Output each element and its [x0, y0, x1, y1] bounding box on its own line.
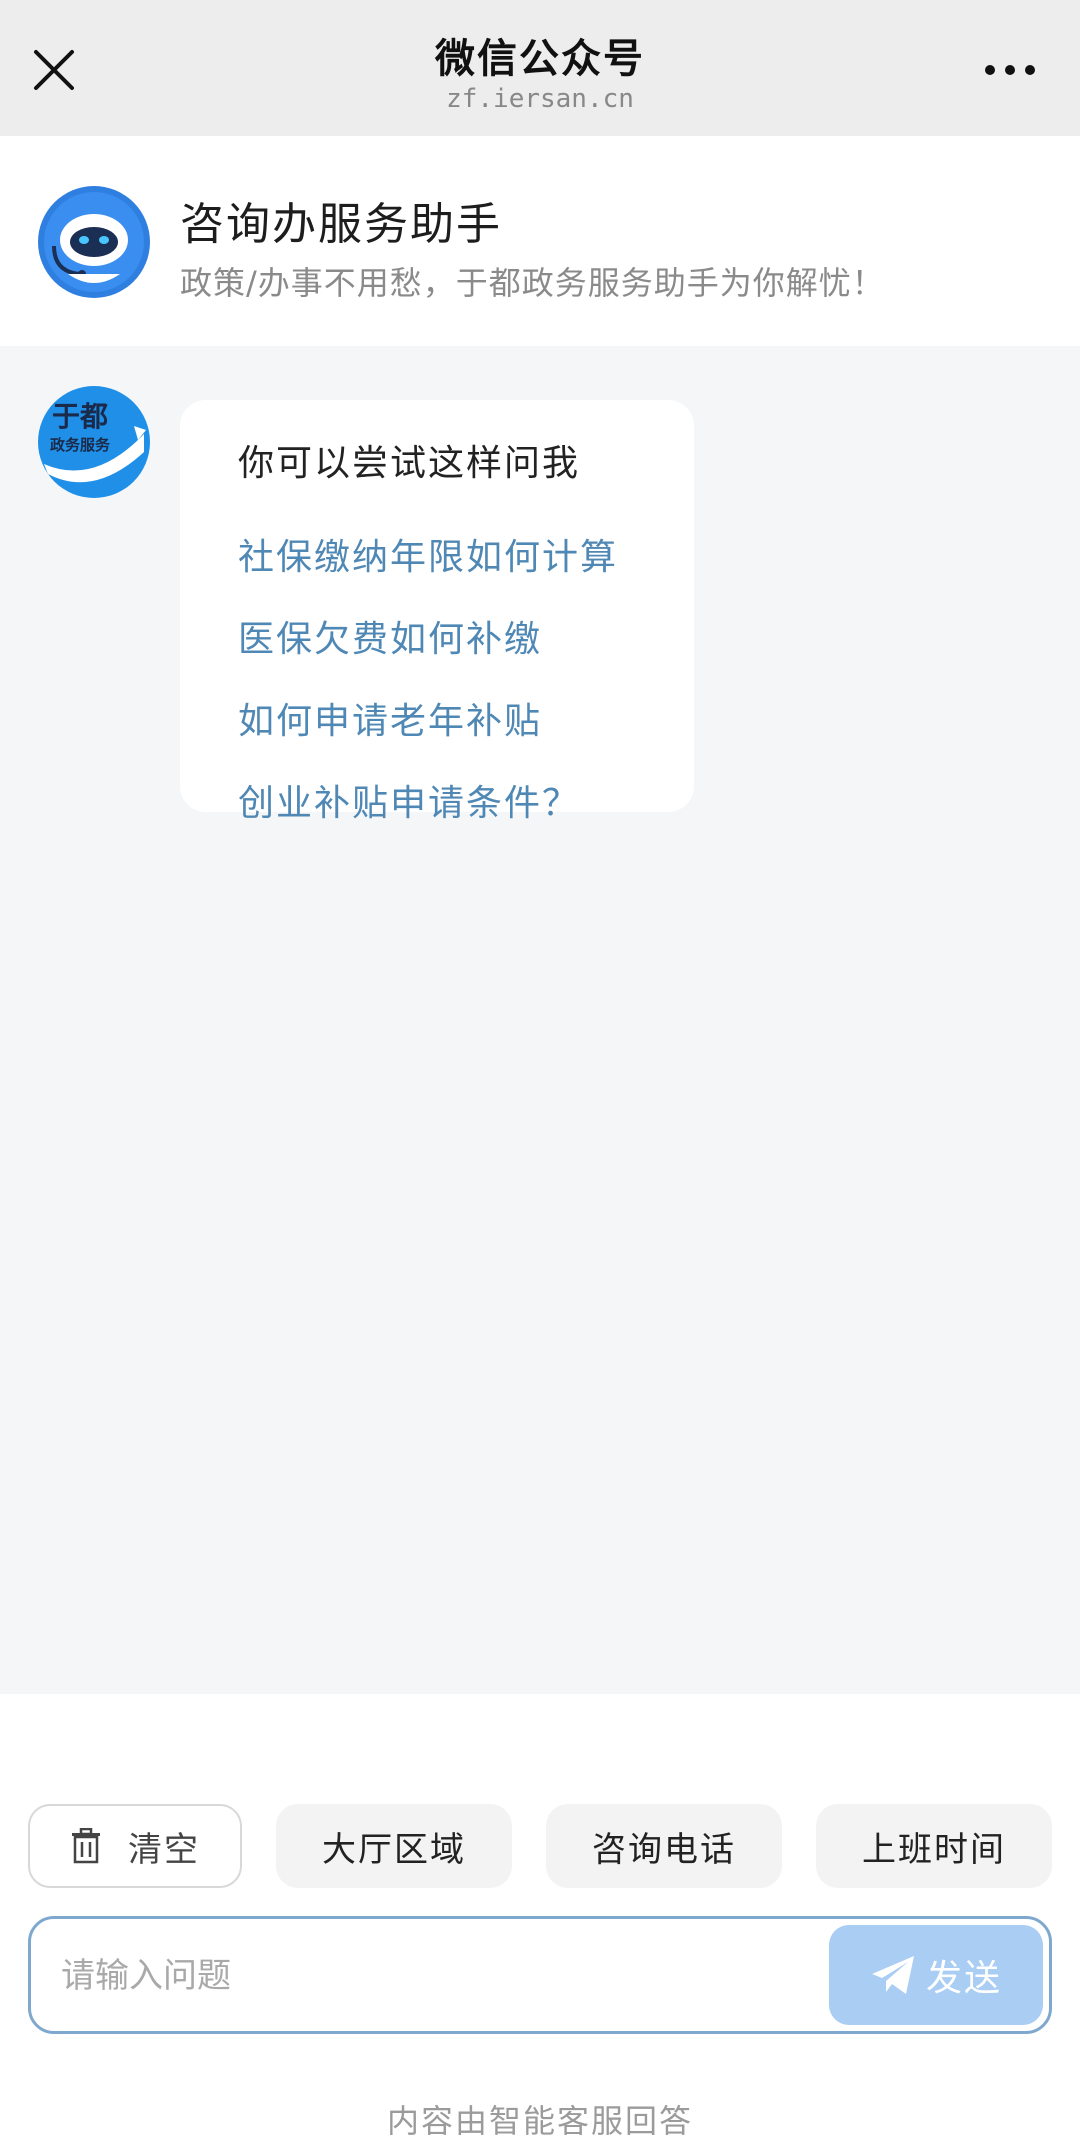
bottom-panel: 清空 大厅区域 咨询电话 上班时间 发送 内容由智能客服回答 [0, 1694, 1080, 2140]
assistant-subtitle: 政策/办事不用愁，于都政务服务助手为你解忧！ [180, 264, 885, 302]
consult-phone-button[interactable]: 咨询电话 [546, 1804, 782, 1888]
page-title: 微信公众号 [435, 36, 645, 82]
suggestion-title: 你可以尝试这样问我 [238, 443, 581, 484]
send-label: 发送 [925, 1958, 1002, 1999]
footer-note: 内容由智能客服回答 [386, 2102, 693, 2140]
send-plane-icon [871, 1956, 914, 1994]
trash-icon [72, 1828, 100, 1864]
clear-label: 清空 [128, 1829, 200, 1870]
page-domain: zf.iersan.cn [446, 84, 634, 114]
assistant-header: 咨询办服务助手 政策/办事不用愁，于都政务服务助手为你解忧！ [0, 136, 1080, 346]
logo-text-main: 于都 [52, 400, 108, 433]
logo-text-sub: 政务服务 [50, 436, 111, 454]
suggestion-link[interactable]: 社保缴纳年限如何计算 [238, 528, 694, 610]
suggestion-bubble: 你可以尝试这样问我 社保缴纳年限如何计算 医保欠费如何补缴 如何申请老年补贴 创… [180, 400, 694, 824]
chat-area[interactable]: 于都 政务服务 你可以尝试这样问我 社保缴纳年限如何计算 医保欠费如何补缴 如何… [0, 346, 1080, 1694]
question-input-box: 发送 [28, 1916, 1052, 2034]
question-input[interactable] [59, 1941, 833, 2011]
assistant-title: 咨询办服务助手 [180, 199, 502, 250]
top-bar: 微信公众号 zf.iersan.cn [0, 0, 1080, 136]
hall-area-button[interactable]: 大厅区域 [276, 1804, 512, 1888]
suggestion-link[interactable]: 创业补贴申请条件？ [238, 774, 694, 856]
clear-button[interactable]: 清空 [28, 1804, 242, 1888]
robot-avatar-icon [38, 186, 150, 298]
gov-service-logo-avatar: 于都 政务服务 [38, 386, 150, 498]
suggestion-link[interactable]: 如何申请老年补贴 [238, 692, 694, 774]
send-button[interactable]: 发送 [829, 1925, 1043, 2025]
suggestion-link[interactable]: 医保欠费如何补缴 [238, 610, 694, 692]
work-hours-button[interactable]: 上班时间 [816, 1804, 1052, 1888]
more-dots-icon[interactable] [980, 50, 1040, 90]
